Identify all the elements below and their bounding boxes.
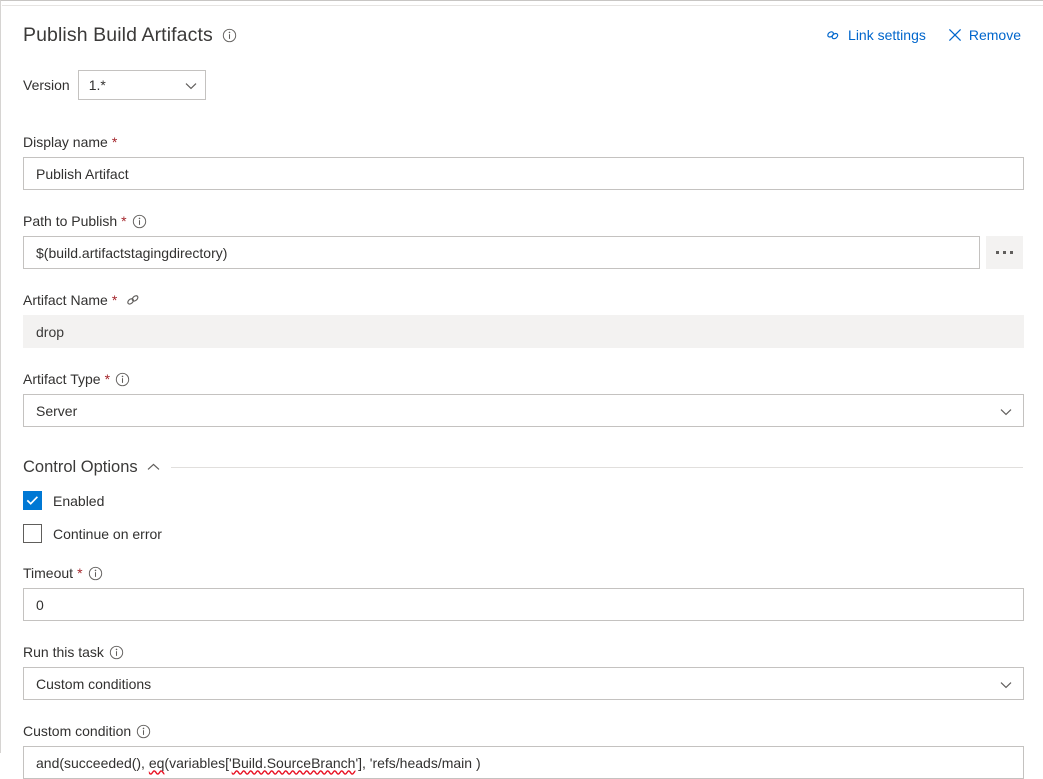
run-this-task-dropdown[interactable]: Custom conditions — [23, 667, 1024, 700]
spellcheck-underlined-token: eq — [148, 754, 165, 771]
control-options-title: Control Options — [23, 458, 138, 476]
path-to-publish-value: $(build.artifactstagingdirectory) — [36, 244, 228, 261]
info-icon[interactable] — [136, 724, 151, 739]
field-artifact-type: Artifact Type * Server — [23, 370, 1024, 427]
required-asterisk: * — [104, 371, 111, 387]
artifact-name-input: drop — [23, 315, 1024, 348]
header-actions: Link settings Remove — [825, 23, 1023, 44]
version-label: Version — [23, 77, 70, 93]
info-icon[interactable] — [222, 28, 237, 43]
path-to-publish-row: $(build.artifactstagingdirectory) — [23, 236, 1023, 269]
chevron-down-icon — [1000, 403, 1012, 419]
path-to-publish-label-row: Path to Publish * — [23, 212, 1023, 230]
field-path-to-publish: Path to Publish * $(build.artifactstagin… — [23, 212, 1023, 269]
browse-path-button[interactable] — [986, 236, 1023, 269]
remove-button[interactable]: Remove — [948, 26, 1021, 44]
checkbox-continue-on-error[interactable]: Continue on error — [23, 524, 1023, 543]
checkbox-enabled[interactable]: Enabled — [23, 491, 1023, 510]
info-icon[interactable] — [115, 372, 130, 387]
task-title-group: Publish Build Artifacts — [23, 23, 237, 47]
remove-label: Remove — [968, 27, 1021, 43]
custom-condition-input[interactable]: and(succeeded(), eq(variables['Build.Sou… — [23, 746, 1024, 779]
run-this-task-label-row: Run this task — [23, 643, 1023, 661]
display-name-value: Publish Artifact — [36, 165, 129, 182]
required-asterisk: * — [77, 565, 83, 581]
checkbox-continue-on-error-label: Continue on error — [53, 525, 162, 542]
timeout-input[interactable]: 0 — [23, 588, 1024, 621]
info-icon[interactable] — [88, 566, 103, 581]
required-asterisk: * — [111, 292, 118, 308]
timeout-label-row: Timeout * — [23, 564, 1023, 582]
required-asterisk: * — [121, 213, 127, 229]
display-name-input[interactable]: Publish Artifact — [23, 157, 1024, 190]
custom-condition-label: Custom condition — [23, 723, 132, 739]
condition-text-fragment: '], 'refs/heads/main ) — [355, 754, 481, 771]
version-row: Version 1.* — [23, 70, 1023, 100]
artifact-name-label: Artifact Name — [23, 292, 108, 308]
ellipsis-dot — [996, 251, 1000, 254]
custom-condition-value: and(succeeded(), eq(variables['Build.Sou… — [36, 755, 481, 771]
artifact-type-value: Server — [36, 402, 78, 419]
run-this-task-label: Run this task — [23, 644, 104, 660]
display-name-label: Display name — [23, 134, 108, 150]
control-options-section-header: Control Options — [23, 457, 1023, 477]
artifact-type-dropdown[interactable]: Server — [23, 394, 1024, 427]
chevron-down-icon — [1000, 676, 1012, 692]
section-divider — [170, 466, 1023, 468]
version-dropdown[interactable]: 1.* — [77, 70, 206, 100]
chevron-up-icon[interactable] — [147, 463, 160, 471]
checkbox-enabled-box[interactable] — [23, 491, 42, 510]
artifact-name-value: drop — [36, 323, 65, 340]
link-icon — [825, 27, 841, 43]
info-icon[interactable] — [109, 645, 124, 660]
timeout-value: 0 — [36, 596, 44, 613]
path-to-publish-input[interactable]: $(build.artifactstagingdirectory) — [23, 236, 981, 269]
spellcheck-underlined-token: Build.SourceBranch — [231, 754, 356, 771]
task-editor-content: Publish Build Artifacts Link settings Re… — [1, 1, 1043, 779]
run-this-task-value: Custom conditions — [36, 675, 152, 692]
task-editor-panel: Publish Build Artifacts Link settings Re… — [0, 0, 1043, 779]
ellipsis-dot — [1003, 251, 1007, 254]
condition-text-fragment: (variables[' — [164, 754, 232, 771]
field-timeout: Timeout * 0 — [23, 564, 1024, 621]
timeout-label: Timeout — [23, 565, 74, 581]
page-title: Publish Build Artifacts — [23, 24, 213, 46]
chevron-down-icon — [185, 77, 197, 93]
field-display-name: Display name * Publish Artifact — [23, 133, 1024, 190]
ellipsis-dot — [1010, 251, 1014, 254]
artifact-type-label-row: Artifact Type * — [23, 370, 1023, 388]
link-icon[interactable] — [125, 292, 141, 308]
field-custom-condition: Custom condition and(succeeded(), eq(var… — [23, 722, 1024, 779]
required-asterisk: * — [111, 134, 118, 150]
checkbox-continue-on-error-box[interactable] — [23, 524, 42, 543]
info-icon[interactable] — [132, 214, 147, 229]
artifact-type-label: Artifact Type — [23, 371, 101, 387]
link-settings-label: Link settings — [848, 27, 926, 43]
condition-text-fragment: and(succeeded(), — [36, 754, 149, 771]
version-value: 1.* — [88, 77, 106, 93]
checkbox-enabled-label: Enabled — [53, 492, 105, 509]
task-header: Publish Build Artifacts Link settings Re… — [23, 23, 1023, 53]
close-icon — [948, 28, 962, 42]
custom-condition-label-row: Custom condition — [23, 722, 1023, 740]
artifact-name-label-row: Artifact Name * — [23, 291, 1023, 309]
field-artifact-name: Artifact Name * drop — [23, 291, 1024, 348]
path-to-publish-label: Path to Publish — [23, 213, 118, 229]
link-settings-button[interactable]: Link settings — [825, 26, 926, 44]
display-name-label-row: Display name * — [23, 133, 1023, 151]
field-run-this-task: Run this task Custom conditions — [23, 643, 1024, 700]
